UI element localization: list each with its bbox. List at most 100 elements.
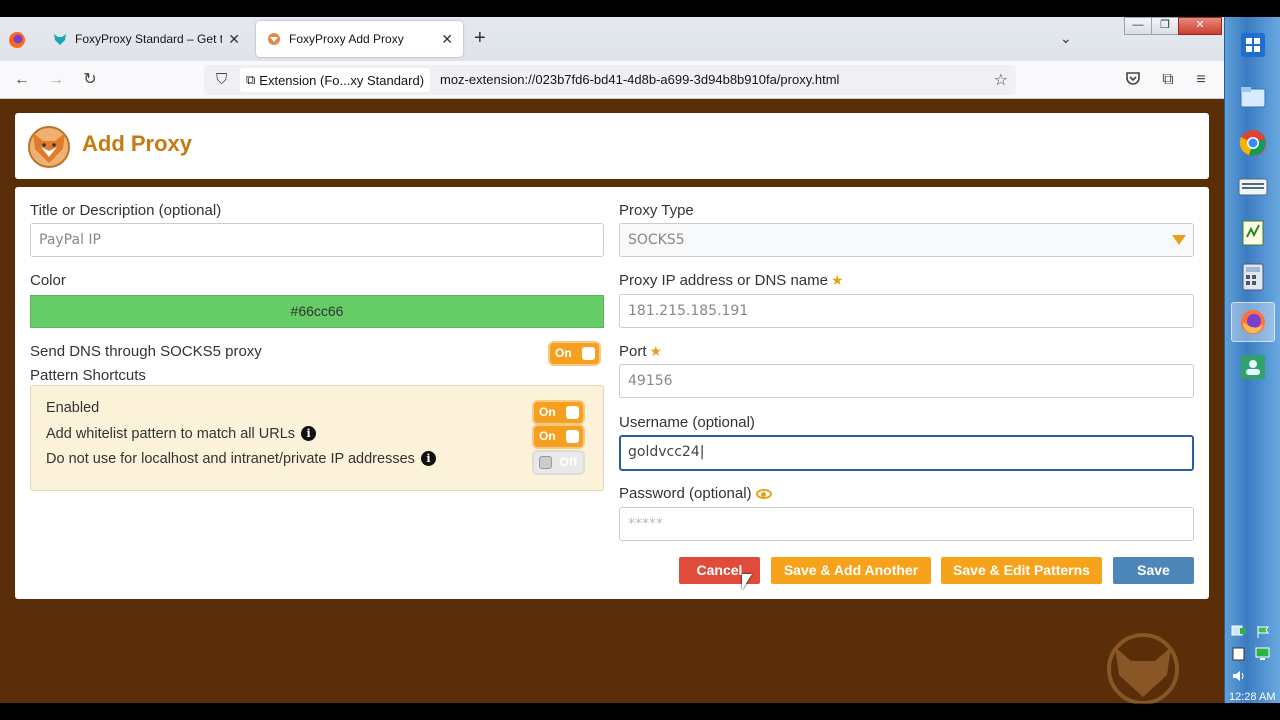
shortcut-whitelist-label: Add whitelist pattern to match all URLs	[46, 426, 296, 442]
pattern-shortcuts-label: Pattern Shortcuts	[30, 367, 146, 384]
dropdown-caret-icon	[1172, 235, 1186, 245]
display-tray-icon[interactable]	[1255, 647, 1271, 661]
required-star-icon: ★	[830, 272, 844, 288]
tab-title: FoxyProxy Add Proxy	[289, 32, 404, 46]
ip-input[interactable]: 181.215.185.191	[619, 294, 1194, 328]
tab-title: FoxyProxy Standard – Get this E	[75, 32, 223, 46]
page-title: Add Proxy	[82, 131, 193, 156]
flag-tray-icon[interactable]	[1255, 625, 1271, 639]
close-window-button[interactable]: ✕	[1178, 17, 1222, 35]
speaker-tray-icon[interactable]	[1231, 669, 1247, 683]
shortcut-whitelist-row: Add whitelist pattern to match all URLs i	[46, 426, 317, 442]
address-bar[interactable]: ⛉ ⧉ Extension (Fo...xy Standard) moz-ext…	[204, 65, 1016, 95]
info-icon[interactable]: i	[420, 451, 436, 466]
required-star-icon: ★	[649, 343, 663, 359]
shortcut-localhost-label: Do not use for localhost and intranet/pr…	[46, 451, 415, 467]
close-icon[interactable]: ✕	[228, 31, 240, 48]
toggle-knob	[539, 456, 552, 469]
windows-taskbar: 12:28 AM	[1224, 17, 1280, 703]
text-caret: |	[699, 444, 705, 460]
save-button[interactable]: Save	[1113, 557, 1194, 584]
dns-label: Send DNS through SOCKS5 proxy	[30, 343, 262, 360]
extension-identity-box[interactable]: ⧉ Extension (Fo...xy Standard)	[240, 68, 431, 92]
taskbar-clock[interactable]: 12:28 AM	[1229, 691, 1275, 703]
tab-foxyproxy-add-proxy[interactable]: FoxyProxy Add Proxy ✕	[256, 21, 463, 57]
chrome-icon[interactable]	[1231, 123, 1275, 163]
toggle-state: On	[555, 346, 572, 360]
username-input[interactable]: goldvcc24|	[619, 435, 1194, 471]
ip-label-row: Proxy IP address or DNS name ★	[619, 272, 844, 289]
tab-foxyproxy-standard[interactable]: FoxyProxy Standard – Get this E ✕	[42, 21, 250, 57]
pocket-icon[interactable]	[1123, 70, 1143, 90]
proxy-type-value: SOCKS5	[628, 232, 685, 248]
toggle-state: Off	[559, 455, 577, 469]
start-windows-icon[interactable]	[1231, 25, 1275, 65]
port-label: Port	[619, 343, 647, 360]
forward-arrow-icon[interactable]: →	[46, 70, 66, 90]
clipboard-tray-icon[interactable]	[1231, 647, 1247, 661]
shortcut-localhost-row: Do not use for localhost and intranet/pr…	[46, 451, 436, 467]
hamburger-menu-icon[interactable]: ≡	[1191, 70, 1211, 90]
toggle-state: On	[539, 429, 556, 443]
ip-label: Proxy IP address or DNS name	[619, 272, 828, 289]
toggle-knob	[566, 430, 579, 443]
navigation-toolbar: ← → ↻ ⛉ ⧉ Extension (Fo...xy Standard) m…	[0, 61, 1224, 99]
extension-identity-label: Extension (Fo...xy Standard)	[259, 72, 425, 88]
contacts-app-icon[interactable]	[1231, 347, 1275, 387]
dns-toggle[interactable]: On	[550, 343, 599, 364]
notepad-icon[interactable]	[1231, 213, 1275, 253]
foxyproxy-logo-icon	[25, 123, 73, 169]
port-input[interactable]: 49156	[619, 364, 1194, 398]
chevron-down-icon[interactable]: ⌄	[1060, 30, 1072, 47]
save-add-another-button[interactable]: Save & Add Another	[771, 557, 931, 584]
shortcut-enabled-label: Enabled	[46, 400, 100, 416]
toggle-knob	[566, 406, 579, 419]
proxy-type-label: Proxy Type	[619, 202, 694, 219]
username-value: goldvcc24	[628, 444, 700, 460]
shortcut-localhost-toggle[interactable]: Off	[534, 452, 583, 473]
add-proxy-form: Title or Description (optional) PayPal I…	[15, 187, 1209, 599]
foxyproxy-teal-icon	[52, 31, 68, 47]
calculator-icon[interactable]	[1231, 257, 1275, 297]
pattern-shortcuts-panel: Enabled On Add whitelist pattern to matc…	[30, 385, 604, 491]
password-label-row: Password (optional)	[619, 485, 772, 502]
extensions-puzzle-icon[interactable]: ⧉	[1158, 70, 1178, 90]
foxyproxy-watermark-logo-icon	[1095, 629, 1190, 705]
port-label-row: Port ★	[619, 343, 662, 360]
reload-icon[interactable]: ↻	[80, 70, 100, 90]
maximize-window-button[interactable]: ❐	[1151, 17, 1179, 35]
url-text[interactable]: moz-extension://023b7fd6-bd41-4d8b-a699-…	[440, 72, 839, 87]
new-tab-plus-icon[interactable]: +	[474, 28, 486, 48]
browser-window: FoxyProxy Standard – Get this E ✕ FoxyPr…	[0, 17, 1224, 705]
toggle-knob	[582, 347, 595, 360]
page-content: Add Proxy Title or Description (optional…	[0, 99, 1224, 705]
password-label: Password (optional)	[619, 485, 752, 502]
color-picker-field[interactable]: #66cc66	[30, 295, 604, 328]
header-card: Add Proxy	[15, 113, 1209, 179]
toggle-state: On	[539, 405, 556, 419]
file-explorer-icon[interactable]	[1231, 77, 1275, 117]
password-input[interactable]: *****	[619, 507, 1194, 541]
shortcut-whitelist-toggle[interactable]: On	[534, 426, 583, 447]
color-label: Color	[30, 272, 66, 289]
foxyproxy-fox-icon	[266, 31, 282, 47]
firefox-taskbar-icon[interactable]	[1231, 302, 1275, 342]
save-edit-patterns-button[interactable]: Save & Edit Patterns	[941, 557, 1102, 584]
title-input[interactable]: PayPal IP	[30, 223, 604, 257]
proxy-type-select[interactable]: SOCKS5	[619, 223, 1194, 257]
info-icon[interactable]: i	[301, 426, 317, 441]
title-label: Title or Description (optional)	[30, 202, 222, 219]
firefox-icon[interactable]	[8, 31, 26, 49]
back-arrow-icon[interactable]: ←	[12, 70, 32, 90]
bookmark-star-icon[interactable]: ☆	[994, 70, 1008, 90]
keyboard-icon[interactable]	[1231, 167, 1275, 207]
puzzle-piece-icon: ⧉	[246, 72, 256, 87]
network-tray-icon[interactable]	[1231, 625, 1247, 639]
username-label: Username (optional)	[619, 414, 755, 431]
mouse-cursor-icon	[742, 574, 752, 590]
shield-icon[interactable]: ⛉	[216, 71, 227, 88]
shortcut-enabled-toggle[interactable]: On	[534, 402, 583, 423]
eye-icon[interactable]	[755, 489, 772, 499]
close-icon[interactable]: ✕	[441, 31, 453, 48]
minimize-window-button[interactable]: —	[1124, 17, 1152, 35]
